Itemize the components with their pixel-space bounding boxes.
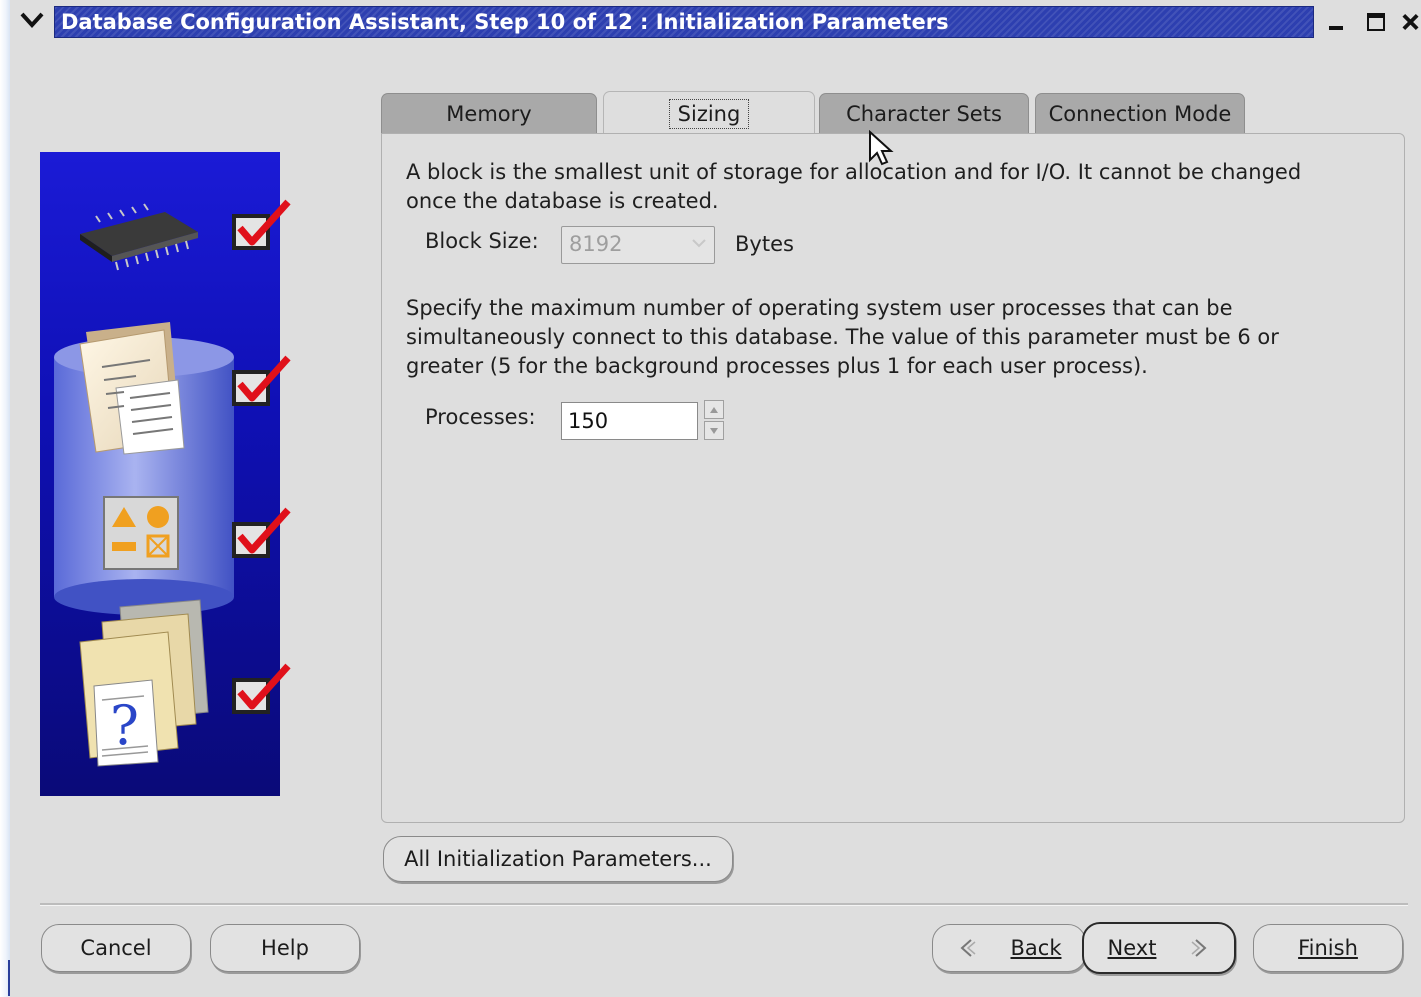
folders-help-icon: ? xyxy=(79,599,209,767)
minimize-icon xyxy=(1329,26,1343,30)
triangle-down-icon xyxy=(710,427,718,434)
processes-field[interactable] xyxy=(561,402,698,440)
desktop-edge xyxy=(0,0,11,997)
documents-icon xyxy=(79,322,185,455)
block-size-unit: Bytes xyxy=(735,232,794,256)
triangle-up-icon xyxy=(710,406,718,413)
minimize-button[interactable] xyxy=(1322,8,1350,36)
separator xyxy=(40,903,1408,906)
tab-character-sets[interactable]: Character Sets xyxy=(819,93,1029,133)
maximize-button[interactable] xyxy=(1362,8,1390,36)
title-bar[interactable]: Database Configuration Assistant, Step 1… xyxy=(10,0,1421,40)
tab-connection-mode[interactable]: Connection Mode xyxy=(1035,93,1245,133)
button-label: Next xyxy=(1107,936,1157,960)
title-strip: Database Configuration Assistant, Step 1… xyxy=(54,6,1314,38)
all-initialization-parameters-button[interactable]: All Initialization Parameters... xyxy=(383,836,733,882)
step-complete-check-icon xyxy=(232,662,294,724)
help-button[interactable]: Help xyxy=(210,924,360,972)
close-button[interactable] xyxy=(1400,8,1421,36)
block-size-description: A block is the smallest unit of storage … xyxy=(406,160,1302,213)
finish-button[interactable]: Finish xyxy=(1253,924,1403,972)
button-label: Finish xyxy=(1298,936,1358,960)
block-size-value: 8192 xyxy=(569,232,623,256)
mouse-cursor-icon xyxy=(869,130,894,166)
button-label: Back xyxy=(1010,936,1062,960)
button-label: All Initialization Parameters... xyxy=(404,847,712,871)
processes-description: Specify the maximum number of operating … xyxy=(406,296,1279,378)
back-button[interactable]: Back xyxy=(932,924,1086,972)
step-complete-check-icon xyxy=(232,506,294,568)
dropdown-arrow-icon xyxy=(692,239,706,248)
step-complete-check-icon xyxy=(232,354,294,416)
dbca-window: Database Configuration Assistant, Step 1… xyxy=(10,0,1421,997)
step-complete-check-icon xyxy=(232,198,294,260)
cancel-button[interactable]: Cancel xyxy=(41,924,191,972)
button-label: Help xyxy=(261,936,309,960)
tab-label: Character Sets xyxy=(846,101,1002,126)
button-label: Cancel xyxy=(80,936,152,960)
tab-label: Connection Mode xyxy=(1048,101,1232,126)
spinner-up-button[interactable] xyxy=(704,400,724,419)
chevron-left-icon xyxy=(959,939,975,957)
processes-spinner[interactable] xyxy=(704,400,726,442)
window-menu-button[interactable] xyxy=(14,4,50,36)
block-size-label: Block Size: xyxy=(425,229,539,253)
next-button[interactable]: Next xyxy=(1082,922,1236,974)
block-size-select[interactable]: 8192 xyxy=(561,226,715,264)
spinner-down-button[interactable] xyxy=(704,421,724,440)
chevron-right-icon xyxy=(1191,939,1207,957)
tab-label: Sizing xyxy=(668,98,750,129)
maximize-icon xyxy=(1367,13,1385,31)
close-icon xyxy=(1402,13,1419,31)
memory-chip-icon xyxy=(80,203,198,271)
processes-label: Processes: xyxy=(425,405,536,429)
sizing-tab-panel: A block is the smallest unit of storage … xyxy=(381,133,1405,823)
window-title: Database Configuration Assistant, Step 1… xyxy=(61,10,949,34)
shapes-box-icon xyxy=(103,496,179,570)
tab-sizing[interactable]: Sizing xyxy=(603,91,815,135)
tab-label: Memory xyxy=(446,101,532,126)
chevron-down-icon xyxy=(20,12,44,28)
tab-memory[interactable]: Memory xyxy=(381,93,597,133)
